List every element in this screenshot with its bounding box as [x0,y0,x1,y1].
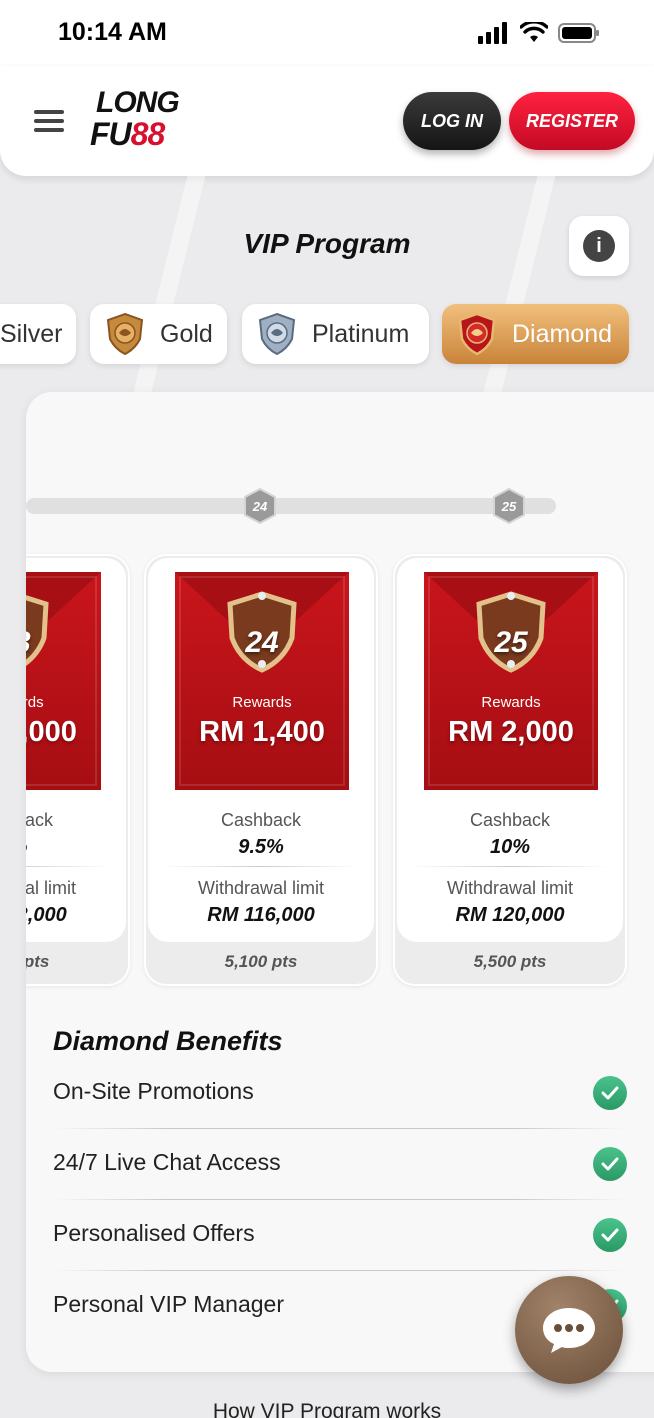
level-number: 25 [494,626,528,659]
wifi-icon [520,22,548,42]
benefit-item: Personalised Offers [53,1218,627,1291]
register-button[interactable]: REGISTER [509,92,635,150]
cashback-label: Cashback [26,810,54,830]
rewards-label: Rewards [481,694,541,711]
cashback-label: Cashback [469,810,551,830]
benefit-item: On-Site Promotions [53,1076,627,1149]
status-time: 10:14 AM [58,18,167,46]
level-card-body: 23 Rewards RM 1,000 Cashback 9% Withdraw… [26,558,126,942]
benefit-item: 24/7 Live Chat Access [53,1147,627,1220]
level-number: 24 [245,626,279,659]
reward-envelope: 25 Rewards RM 2,000 [424,572,598,790]
vip-levels-panel: 24 25 23 Rewards RM 1,000 Cashback 9% Wi… [26,392,654,1372]
info-icon: i [583,230,615,262]
logo-text-bottom: FU88 [90,116,165,152]
check-icon [593,1147,627,1181]
signal-icon [478,22,507,44]
reward-envelope: 23 Rewards RM 1,000 [26,572,101,790]
status-icons [478,22,600,44]
check-icon [593,1076,627,1110]
battery-icon [558,23,599,43]
cashback-label: Cashback [220,810,302,830]
tab-label: Gold [160,319,213,348]
benefit-label: Personal VIP Manager [53,1291,284,1317]
logo-text-top: LONG [96,86,180,119]
level-card[interactable]: 24 Rewards RM 1,400 Cashback 9.5% Withdr… [144,554,378,986]
level-marker: 24 [242,487,278,525]
withdrawal-value: RM 112,000 [26,904,67,926]
level-progress-track [26,498,556,514]
withdrawal-label: Withdrawal limit [26,878,77,898]
withdrawal-label: Withdrawal limit [197,878,325,898]
tab-gold[interactable]: Gold [90,304,227,364]
hamburger-menu-icon[interactable] [34,110,64,134]
platinum-dragon-badge-icon [258,312,296,356]
cashback-value: 9% [26,836,126,859]
tab-platinum[interactable]: Platinum [242,304,429,364]
info-button[interactable]: i [569,216,629,276]
tab-label: Platinum [312,319,410,348]
withdrawal-value: RM 116,000 [207,904,315,926]
how-vip-works-link[interactable]: How VIP Program works [0,1400,654,1418]
level-marker: 25 [491,487,527,525]
points-required: 5,500 pts [473,952,547,971]
status-bar: 10:14 AM [0,0,654,66]
check-icon [593,1218,627,1252]
tab-diamond[interactable]: Diamond [442,304,629,364]
app-header: LONG FU88 LOG IN REGISTER [0,66,654,176]
brand-logo[interactable]: LONG FU88 [88,86,198,152]
benefit-label: Personalised Offers [53,1220,255,1246]
rewards-label: Rewards [26,694,44,711]
tab-label: Diamond [512,319,613,348]
page-title: VIP Program [243,228,411,259]
gold-dragon-badge-icon [106,312,144,356]
points-required: 4,700 pts [26,952,50,971]
points-required: 5,100 pts [224,952,298,971]
level-card-body: 25 Rewards RM 2,000 Cashback 10% Withdra… [397,558,623,942]
live-chat-button[interactable] [515,1276,623,1384]
rewards-value: RM 1,400 [199,716,325,748]
tab-silver[interactable]: Silver [0,304,76,364]
withdrawal-label: Withdrawal limit [446,878,574,898]
tab-label: Silver [0,319,63,348]
level-card[interactable]: 25 Rewards RM 2,000 Cashback 10% Withdra… [393,554,627,986]
benefit-label: On-Site Promotions [53,1078,254,1104]
benefit-label: 24/7 Live Chat Access [53,1149,281,1175]
rewards-value: RM 2,000 [448,716,574,748]
level-number: 23 [26,626,101,660]
withdrawal-value: RM 120,000 [455,904,565,926]
rewards-value: RM 1,000 [26,716,77,748]
level-card-body: 24 Rewards RM 1,400 Cashback 9.5% Withdr… [148,558,374,942]
cashback-value: 10% [489,836,531,858]
benefits-title: Diamond Benefits [53,1026,283,1056]
cashback-value: 9.5% [238,836,284,858]
chat-bubble-icon [543,1308,595,1353]
reward-envelope: 24 Rewards RM 1,400 [175,572,349,790]
diamond-dragon-badge-icon [458,312,496,356]
rewards-label: Rewards [232,694,292,711]
level-card[interactable]: 23 Rewards RM 1,000 Cashback 9% Withdraw… [26,554,130,986]
login-button[interactable]: LOG IN [403,92,501,150]
